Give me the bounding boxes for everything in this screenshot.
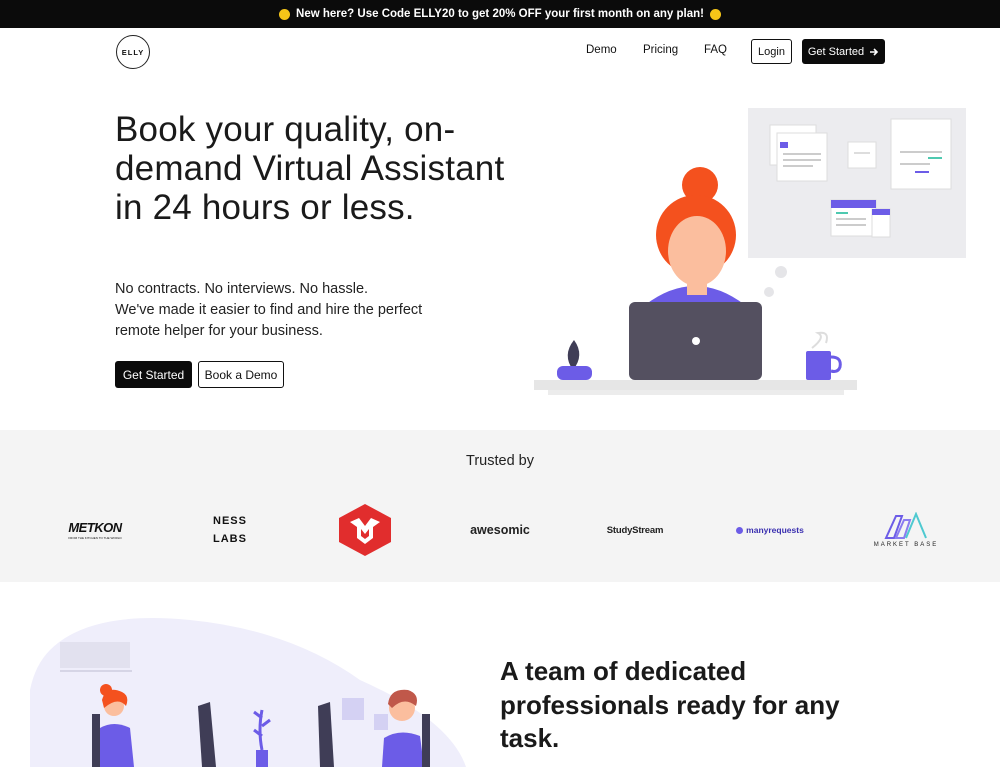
nav-link-pricing[interactable]: Pricing — [643, 44, 678, 56]
promo-text: New here? Use Code ELLY20 to get 20% OFF… — [296, 8, 704, 20]
client-logo-ness-labs: NESS LABS — [205, 505, 255, 555]
doc-card — [847, 141, 877, 169]
doc-card — [776, 132, 828, 182]
laptop-logo — [692, 337, 700, 345]
client-logo-manyrequests: manyrequests — [732, 505, 808, 555]
person-body — [382, 732, 424, 767]
book-demo-button[interactable]: Book a Demo — [198, 361, 284, 388]
client-logo-studystream: StudyStream — [600, 505, 670, 555]
header-get-started-label: Get Started — [807, 45, 865, 58]
team-section-title: A team of dedicated professionals ready … — [500, 656, 840, 753]
thought-bubble — [764, 287, 774, 297]
nav-link-demo[interactable]: Demo — [586, 44, 617, 56]
hero-illustration — [534, 108, 966, 395]
brand-logo-text: ELLY — [121, 47, 145, 57]
login-button-label: Login — [758, 45, 785, 58]
plant-pot — [557, 366, 592, 380]
brand-logo[interactable]: ELLY — [116, 35, 150, 69]
hero-subtitle-line: No contracts. No interviews. No hassle. — [115, 281, 369, 297]
team-illustration — [30, 618, 466, 767]
metkon-logo-text: METKON — [68, 520, 122, 535]
login-button[interactable]: Login — [751, 39, 792, 64]
mug — [806, 351, 831, 380]
promo-banner: New here? Use Code ELLY20 to get 20% OFF… — [0, 0, 1000, 28]
smile-emoji-icon — [279, 8, 291, 20]
manyrequests-logo-icon — [736, 526, 744, 534]
neck — [687, 275, 707, 295]
chair — [422, 714, 430, 767]
arrow-right-icon — [870, 47, 879, 56]
hero-get-started-button[interactable]: Get Started — [115, 361, 192, 388]
client-logo-metkon: METKON FROM THE KITCHEN TO THE WORLD — [62, 505, 128, 555]
manyrequests-logo-text: manyrequests — [746, 525, 804, 535]
hero-subtitle-line: We've made it easier to find and hire th… — [115, 302, 423, 318]
trusted-by-section: Trusted by METKON FROM THE KITCHEN TO TH… — [0, 430, 1000, 582]
nav-link-faq[interactable]: FAQ — [704, 44, 727, 56]
m-shield-logo-icon — [339, 504, 391, 556]
trusted-by-title: Trusted by — [466, 453, 534, 469]
desk — [534, 380, 857, 390]
photo-frame — [342, 698, 364, 720]
header-get-started-button[interactable]: Get Started — [802, 39, 885, 64]
hero-title: Book your quality, on-demand Virtual Ass… — [115, 110, 505, 227]
hero-subtitle-line: remote helper for your business. — [115, 323, 323, 339]
doc-card — [890, 118, 952, 190]
steam — [811, 331, 828, 349]
thought-bubble — [775, 266, 787, 278]
metkon-logo-caption: FROM THE KITCHEN TO THE WORLD — [68, 536, 122, 540]
client-logo-market-base: MARKET BASE — [872, 505, 940, 555]
bookshelf — [60, 642, 130, 668]
awesomic-logo-text: awesomic — [470, 523, 530, 537]
market-base-logo-icon — [884, 512, 927, 539]
smile-emoji-icon — [709, 8, 721, 20]
studystream-logo-text: StudyStream — [606, 524, 664, 536]
hero-subtitle: No contracts. No interviews. No hassle. … — [115, 279, 455, 342]
plant-leaf — [567, 340, 580, 370]
ness-labs-logo-text: NESS LABS — [213, 515, 247, 545]
person-body — [96, 724, 134, 767]
client-logo-m-shield — [334, 504, 396, 556]
market-base-logo-text: MARKET BASE — [873, 542, 939, 548]
chair — [92, 714, 100, 767]
client-logo-awesomic: awesomic — [462, 505, 538, 555]
